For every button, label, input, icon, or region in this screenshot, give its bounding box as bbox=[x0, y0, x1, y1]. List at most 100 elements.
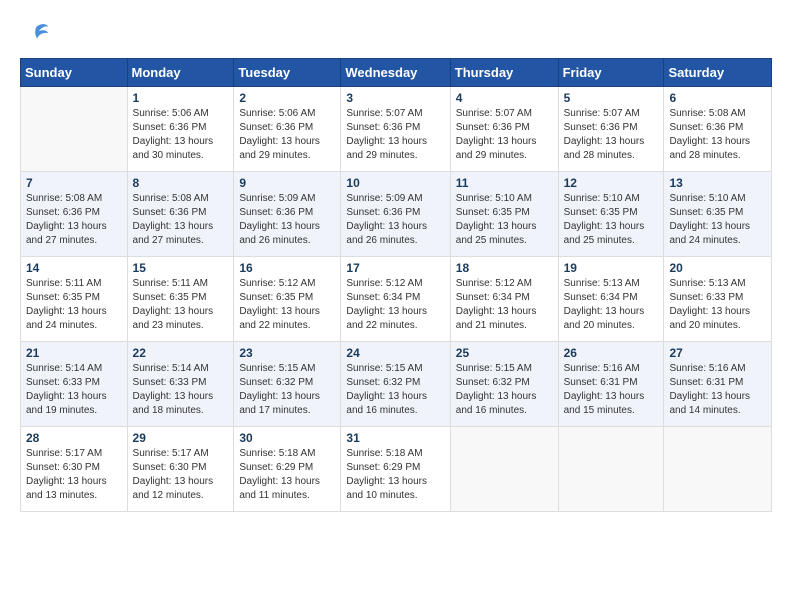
day-number: 12 bbox=[564, 176, 659, 190]
page-header bbox=[20, 20, 772, 48]
day-number: 15 bbox=[133, 261, 229, 275]
calendar-table: SundayMondayTuesdayWednesdayThursdayFrid… bbox=[20, 58, 772, 512]
calendar-header: SundayMondayTuesdayWednesdayThursdayFrid… bbox=[21, 59, 772, 87]
calendar-cell: 1 Sunrise: 5:06 AMSunset: 6:36 PMDaylight… bbox=[127, 87, 234, 172]
calendar-week-row: 7 Sunrise: 5:08 AMSunset: 6:36 PMDaylight… bbox=[21, 172, 772, 257]
cell-sun-info: Sunrise: 5:13 AMSunset: 6:33 PMDaylight:… bbox=[669, 277, 766, 333]
calendar-cell: 25Sunrise: 5:15 AMSunset: 6:32 PMDayligh… bbox=[450, 342, 558, 427]
calendar-body: 1 Sunrise: 5:06 AMSunset: 6:36 PMDaylight… bbox=[21, 87, 772, 512]
cell-sun-info: Sunrise: 5:16 AMSunset: 6:31 PMDaylight:… bbox=[669, 362, 766, 418]
cell-sun-info: Sunrise: 5:15 AMSunset: 6:32 PMDaylight:… bbox=[239, 362, 335, 418]
day-number: 28 bbox=[26, 431, 122, 445]
calendar-cell: 12 Sunrise: 5:10 AMSunset: 6:35 PMDayligh… bbox=[558, 172, 664, 257]
calendar-cell bbox=[450, 427, 558, 512]
calendar-cell: 7 Sunrise: 5:08 AMSunset: 6:36 PMDaylight… bbox=[21, 172, 128, 257]
weekday-header-sunday: Sunday bbox=[21, 59, 128, 87]
day-number: 16 bbox=[239, 261, 335, 275]
day-number: 17 bbox=[346, 261, 444, 275]
cell-sun-info: Sunrise: 5:11 AMSunset: 6:35 PMDaylight:… bbox=[133, 277, 229, 333]
calendar-cell: 31 Sunrise: 5:18 AMSunset: 6:29 PMDayligh… bbox=[341, 427, 450, 512]
cell-sun-info: Sunrise: 5:06 AMSunset: 6:36 PMDaylight:… bbox=[133, 107, 229, 163]
calendar-cell: 6 Sunrise: 5:08 AMSunset: 6:36 PMDaylight… bbox=[664, 87, 772, 172]
calendar-cell: 13Sunrise: 5:10 AMSunset: 6:35 PMDayligh… bbox=[664, 172, 772, 257]
calendar-cell: 4 Sunrise: 5:07 AMSunset: 6:36 PMDaylight… bbox=[450, 87, 558, 172]
calendar-week-row: 1 Sunrise: 5:06 AMSunset: 6:36 PMDaylight… bbox=[21, 87, 772, 172]
calendar-cell: 23Sunrise: 5:15 AMSunset: 6:32 PMDayligh… bbox=[234, 342, 341, 427]
cell-sun-info: Sunrise: 5:10 AMSunset: 6:35 PMDaylight:… bbox=[456, 192, 553, 248]
day-number: 20 bbox=[669, 261, 766, 275]
cell-sun-info: Sunrise: 5:15 AMSunset: 6:32 PMDaylight:… bbox=[346, 362, 444, 418]
logo-bird-icon bbox=[22, 20, 50, 48]
calendar-cell bbox=[664, 427, 772, 512]
day-number: 6 bbox=[669, 91, 766, 105]
day-number: 13 bbox=[669, 176, 766, 190]
cell-sun-info: Sunrise: 5:09 AMSunset: 6:36 PMDaylight:… bbox=[239, 192, 335, 248]
cell-sun-info: Sunrise: 5:13 AMSunset: 6:34 PMDaylight:… bbox=[564, 277, 659, 333]
day-number: 1 bbox=[133, 91, 229, 105]
day-number: 19 bbox=[564, 261, 659, 275]
weekday-header-tuesday: Tuesday bbox=[234, 59, 341, 87]
calendar-cell: 11 Sunrise: 5:10 AMSunset: 6:35 PMDayligh… bbox=[450, 172, 558, 257]
calendar-cell: 14Sunrise: 5:11 AMSunset: 6:35 PMDayligh… bbox=[21, 257, 128, 342]
day-number: 8 bbox=[133, 176, 229, 190]
cell-sun-info: Sunrise: 5:07 AMSunset: 6:36 PMDaylight:… bbox=[346, 107, 444, 163]
cell-sun-info: Sunrise: 5:15 AMSunset: 6:32 PMDaylight:… bbox=[456, 362, 553, 418]
day-number: 7 bbox=[26, 176, 122, 190]
cell-sun-info: Sunrise: 5:09 AMSunset: 6:36 PMDaylight:… bbox=[346, 192, 444, 248]
day-number: 21 bbox=[26, 346, 122, 360]
calendar-cell: 30 Sunrise: 5:18 AMSunset: 6:29 PMDayligh… bbox=[234, 427, 341, 512]
day-number: 24 bbox=[346, 346, 444, 360]
weekday-header-thursday: Thursday bbox=[450, 59, 558, 87]
day-number: 4 bbox=[456, 91, 553, 105]
day-number: 30 bbox=[239, 431, 335, 445]
cell-sun-info: Sunrise: 5:18 AMSunset: 6:29 PMDaylight:… bbox=[239, 447, 335, 503]
calendar-cell: 3 Sunrise: 5:07 AMSunset: 6:36 PMDaylight… bbox=[341, 87, 450, 172]
calendar-week-row: 14Sunrise: 5:11 AMSunset: 6:35 PMDayligh… bbox=[21, 257, 772, 342]
calendar-cell: 19 Sunrise: 5:13 AMSunset: 6:34 PMDayligh… bbox=[558, 257, 664, 342]
cell-sun-info: Sunrise: 5:17 AMSunset: 6:30 PMDaylight:… bbox=[133, 447, 229, 503]
cell-sun-info: Sunrise: 5:11 AMSunset: 6:35 PMDaylight:… bbox=[26, 277, 122, 333]
calendar-cell: 17Sunrise: 5:12 AMSunset: 6:34 PMDayligh… bbox=[341, 257, 450, 342]
calendar-cell: 9 Sunrise: 5:09 AMSunset: 6:36 PMDaylight… bbox=[234, 172, 341, 257]
day-number: 27 bbox=[669, 346, 766, 360]
calendar-week-row: 28 Sunrise: 5:17 AMSunset: 6:30 PMDayligh… bbox=[21, 427, 772, 512]
weekday-header-friday: Friday bbox=[558, 59, 664, 87]
cell-sun-info: Sunrise: 5:17 AMSunset: 6:30 PMDaylight:… bbox=[26, 447, 122, 503]
cell-sun-info: Sunrise: 5:12 AMSunset: 6:34 PMDaylight:… bbox=[456, 277, 553, 333]
cell-sun-info: Sunrise: 5:10 AMSunset: 6:35 PMDaylight:… bbox=[564, 192, 659, 248]
cell-sun-info: Sunrise: 5:08 AMSunset: 6:36 PMDaylight:… bbox=[133, 192, 229, 248]
calendar-cell: 29 Sunrise: 5:17 AMSunset: 6:30 PMDayligh… bbox=[127, 427, 234, 512]
calendar-cell: 22 Sunrise: 5:14 AMSunset: 6:33 PMDayligh… bbox=[127, 342, 234, 427]
calendar-cell: 20 Sunrise: 5:13 AMSunset: 6:33 PMDayligh… bbox=[664, 257, 772, 342]
weekday-header-monday: Monday bbox=[127, 59, 234, 87]
cell-sun-info: Sunrise: 5:06 AMSunset: 6:36 PMDaylight:… bbox=[239, 107, 335, 163]
cell-sun-info: Sunrise: 5:08 AMSunset: 6:36 PMDaylight:… bbox=[669, 107, 766, 163]
calendar-cell: 5 Sunrise: 5:07 AMSunset: 6:36 PMDaylight… bbox=[558, 87, 664, 172]
calendar-cell bbox=[21, 87, 128, 172]
calendar-cell: 26Sunrise: 5:16 AMSunset: 6:31 PMDayligh… bbox=[558, 342, 664, 427]
weekday-header-saturday: Saturday bbox=[664, 59, 772, 87]
cell-sun-info: Sunrise: 5:12 AMSunset: 6:35 PMDaylight:… bbox=[239, 277, 335, 333]
weekday-header-wednesday: Wednesday bbox=[341, 59, 450, 87]
day-number: 10 bbox=[346, 176, 444, 190]
weekday-header-row: SundayMondayTuesdayWednesdayThursdayFrid… bbox=[21, 59, 772, 87]
day-number: 22 bbox=[133, 346, 229, 360]
day-number: 31 bbox=[346, 431, 444, 445]
cell-sun-info: Sunrise: 5:07 AMSunset: 6:36 PMDaylight:… bbox=[564, 107, 659, 163]
day-number: 3 bbox=[346, 91, 444, 105]
calendar-cell: 8 Sunrise: 5:08 AMSunset: 6:36 PMDaylight… bbox=[127, 172, 234, 257]
calendar-cell: 2 Sunrise: 5:06 AMSunset: 6:36 PMDaylight… bbox=[234, 87, 341, 172]
day-number: 2 bbox=[239, 91, 335, 105]
day-number: 29 bbox=[133, 431, 229, 445]
day-number: 18 bbox=[456, 261, 553, 275]
day-number: 9 bbox=[239, 176, 335, 190]
calendar-cell: 24 Sunrise: 5:15 AMSunset: 6:32 PMDayligh… bbox=[341, 342, 450, 427]
day-number: 11 bbox=[456, 176, 553, 190]
cell-sun-info: Sunrise: 5:18 AMSunset: 6:29 PMDaylight:… bbox=[346, 447, 444, 503]
day-number: 5 bbox=[564, 91, 659, 105]
calendar-week-row: 21 Sunrise: 5:14 AMSunset: 6:33 PMDayligh… bbox=[21, 342, 772, 427]
cell-sun-info: Sunrise: 5:16 AMSunset: 6:31 PMDaylight:… bbox=[564, 362, 659, 418]
cell-sun-info: Sunrise: 5:14 AMSunset: 6:33 PMDaylight:… bbox=[133, 362, 229, 418]
cell-sun-info: Sunrise: 5:07 AMSunset: 6:36 PMDaylight:… bbox=[456, 107, 553, 163]
cell-sun-info: Sunrise: 5:08 AMSunset: 6:36 PMDaylight:… bbox=[26, 192, 122, 248]
